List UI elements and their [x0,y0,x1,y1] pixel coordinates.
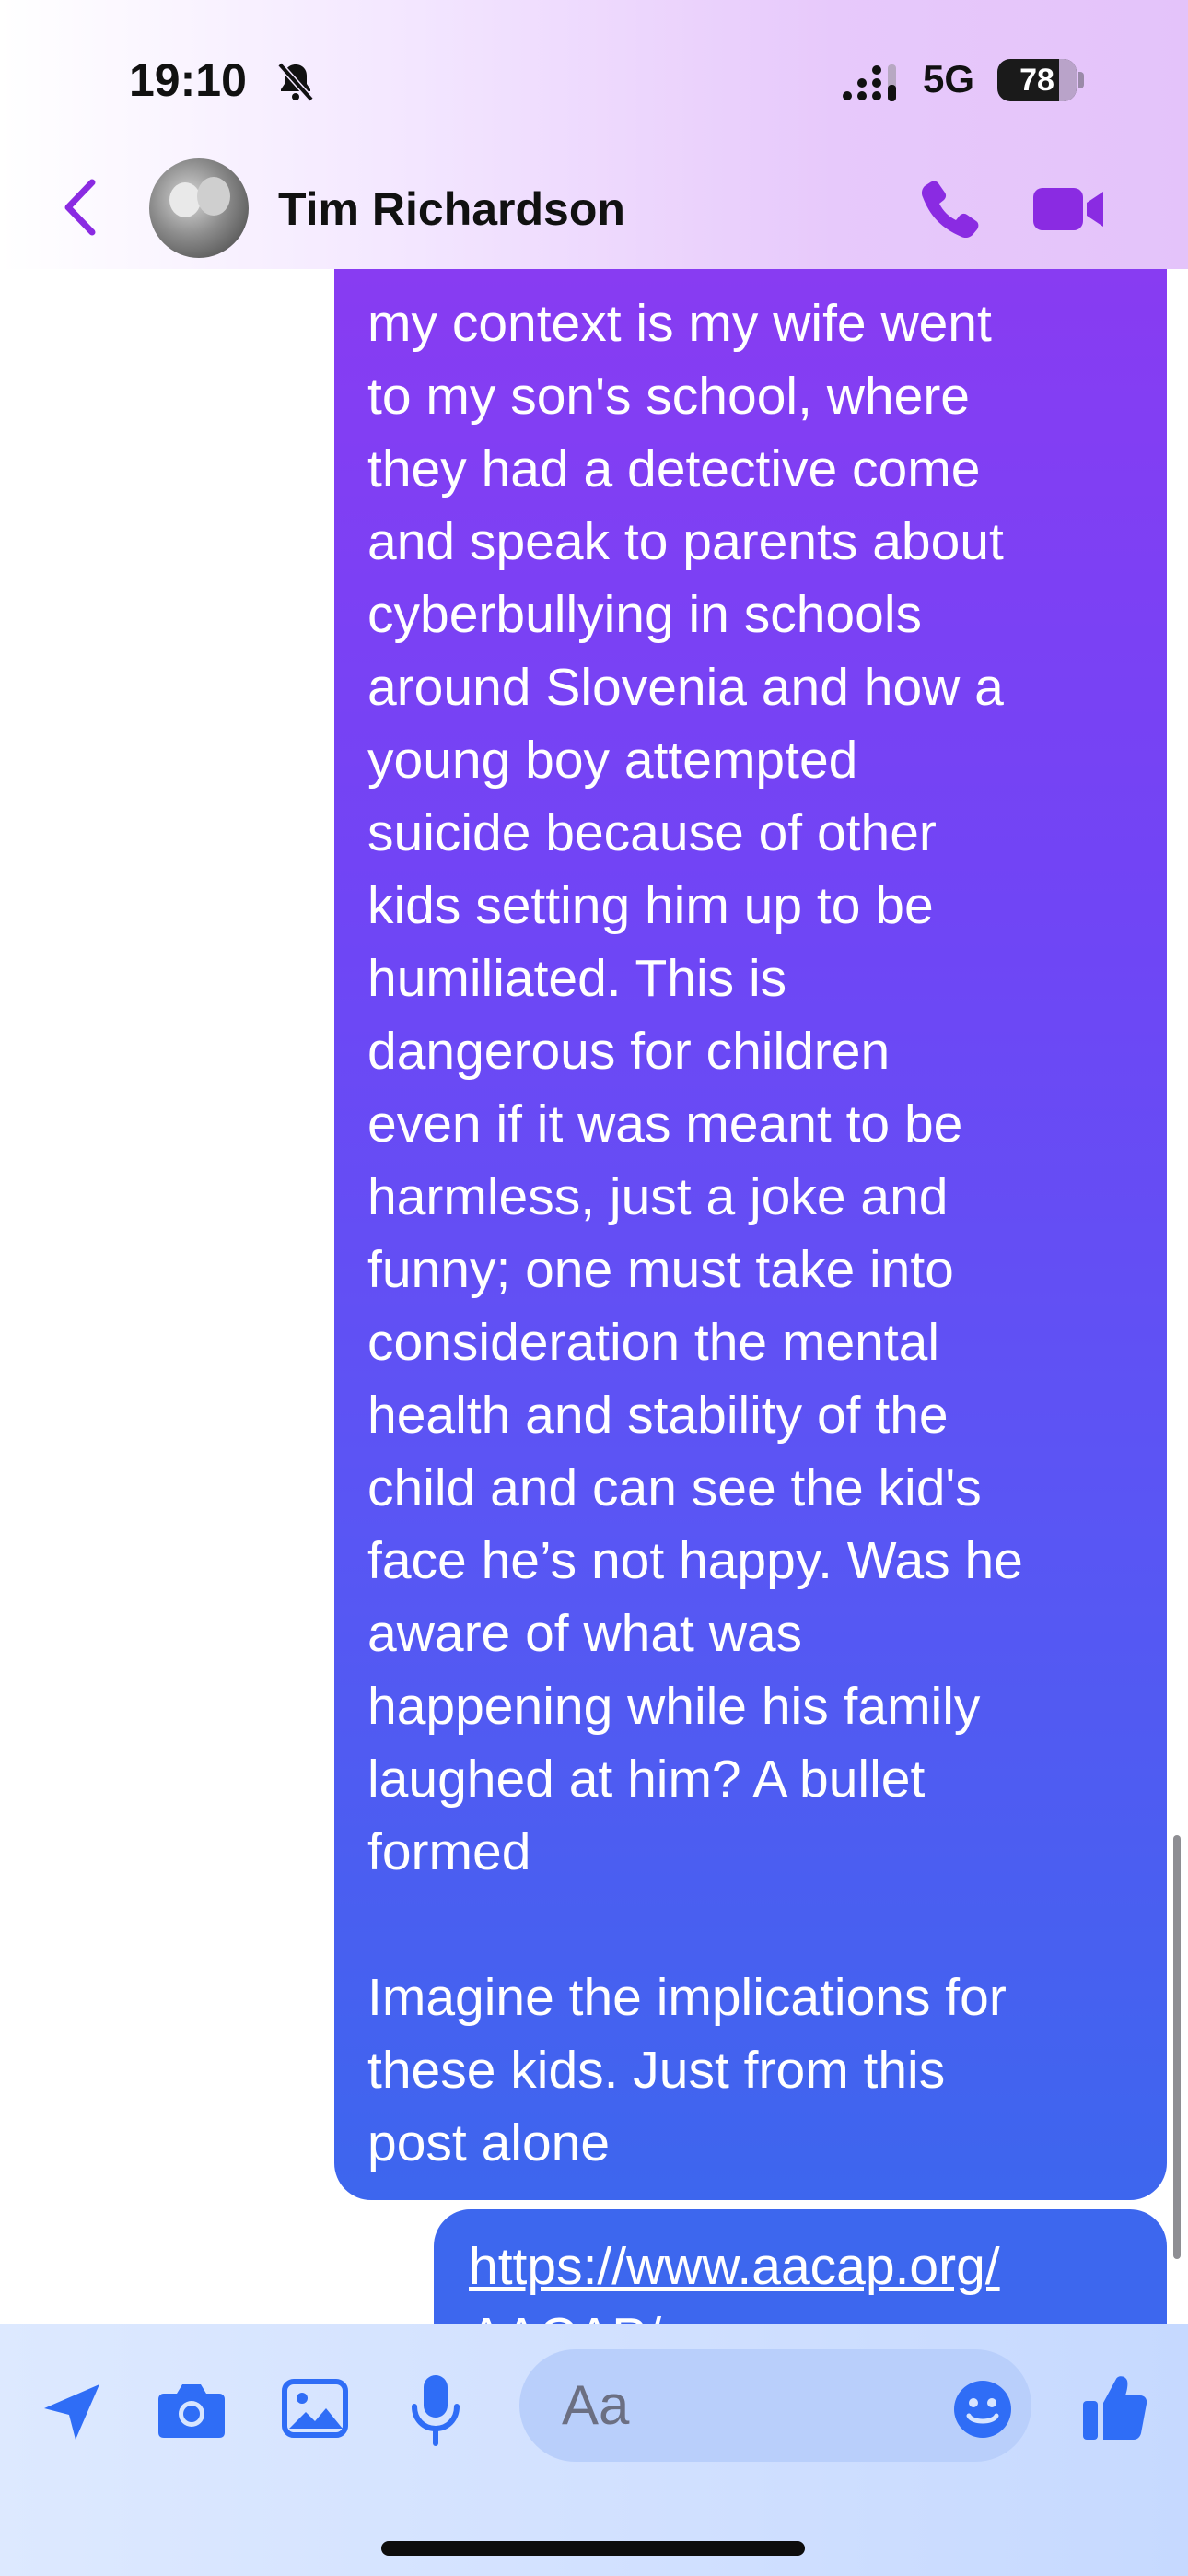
microphone-icon[interactable] [407,2373,464,2447]
phone-icon[interactable] [917,177,982,241]
back-button[interactable] [57,175,103,240]
contact-avatar[interactable] [149,158,249,258]
message-composer: Aa [0,2324,1188,2576]
bell-muted-icon [277,62,314,102]
scrollbar[interactable] [1173,1835,1181,2259]
network-type: 5G [923,57,975,100]
emoji-icon[interactable] [952,2379,1013,2440]
battery-indicator: 78 [997,59,1077,101]
conversation-header: 19:10 5G 78 Tim Richardson [0,0,1188,269]
thumbs-up-icon[interactable] [1081,2371,1147,2441]
message-input-placeholder: Aa [562,2374,630,2436]
camera-icon[interactable] [157,2379,227,2440]
message-text: my context is my wife went to my son's s… [367,294,1023,2172]
contact-name[interactable]: Tim Richardson [278,182,625,236]
home-indicator [381,2541,805,2556]
battery-level: 78 [1019,63,1054,98]
status-time: 19:10 [129,54,247,106]
message-link[interactable]: https://www.aacap.org/ AACAP/ [469,2231,1169,2324]
video-camera-icon[interactable] [1031,182,1107,236]
send-location-icon[interactable] [39,2379,105,2445]
message-list[interactable]: my context is my wife went to my son's s… [0,269,1188,2324]
gallery-icon[interactable] [282,2379,348,2438]
battery-nub [1078,72,1084,88]
signal-strength-icon [843,64,896,101]
